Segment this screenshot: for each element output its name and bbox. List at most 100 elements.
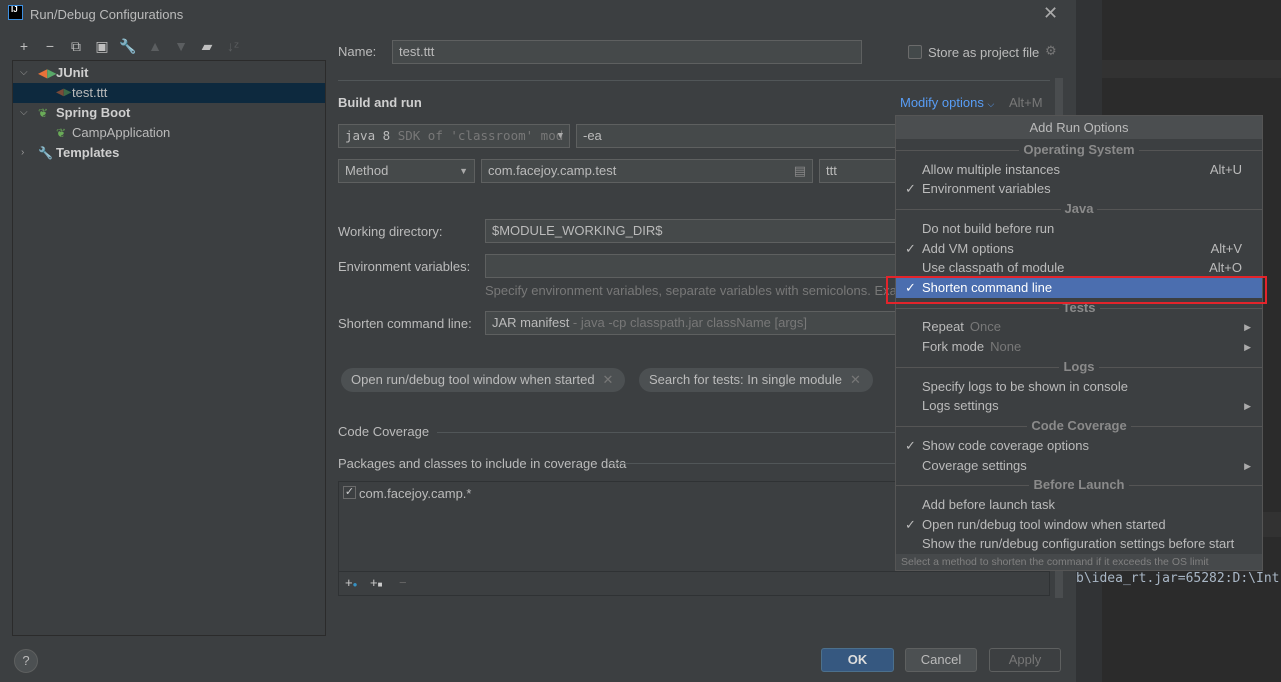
build-run-heading: Build and run xyxy=(338,95,422,110)
divider xyxy=(437,432,897,433)
option-chip[interactable]: Search for tests: In single module ✕ xyxy=(639,368,873,392)
menu-section-header: Operating System xyxy=(896,140,1262,160)
remove-icon[interactable]: − xyxy=(40,38,60,54)
app-logo: IJ xyxy=(8,5,23,20)
coverage-item-checkbox[interactable]: ✓ xyxy=(343,486,356,499)
tree-node-spring-boot[interactable]: ⌵ ❦ Spring Boot xyxy=(13,103,325,123)
name-input[interactable]: test.ttt xyxy=(392,40,862,64)
tree-node-camp-application[interactable]: ❦ CampApplication xyxy=(13,123,325,143)
menu-section-header: Before Launch xyxy=(896,475,1262,495)
menu-item[interactable]: ✓ Environment variables xyxy=(896,179,1262,199)
browse-icon[interactable]: ▤ xyxy=(794,160,806,182)
menu-item[interactable]: ✓ Add VM options Alt+V xyxy=(896,239,1262,259)
menu-item[interactable]: Allow multiple instances Alt+U xyxy=(896,160,1262,180)
section-label: Operating System xyxy=(1019,142,1139,157)
chevron-down-icon[interactable]: ⌵ xyxy=(20,63,28,83)
ok-button[interactable]: OK xyxy=(821,648,894,672)
add-run-options-menu: Add Run Options Operating System Allow mu… xyxy=(895,115,1263,571)
tree-label: Spring Boot xyxy=(56,105,131,120)
close-icon[interactable]: ✕ xyxy=(603,372,614,387)
section-label: Logs xyxy=(1059,358,1099,374)
check-icon: ✓ xyxy=(905,181,916,197)
junit-icon: ◀▶ xyxy=(38,66,57,80)
menu-item[interactable]: Fork mode None ▶ xyxy=(896,337,1262,357)
move-down-icon[interactable]: ▼ xyxy=(171,38,191,54)
gear-icon[interactable]: ⚙ xyxy=(1045,43,1057,59)
chevron-right-icon[interactable]: › xyxy=(21,143,24,163)
divider xyxy=(608,463,898,464)
check-icon: ✓ xyxy=(905,437,916,453)
remove-icon[interactable]: − xyxy=(399,575,407,590)
jre-value: java 8 xyxy=(345,128,391,143)
config-tree: ⌵ ◀▶ JUnit ◀▶ test.ttt ⌵ ❦ Spring Boot ❦… xyxy=(12,60,326,636)
close-icon[interactable]: ✕ xyxy=(850,372,861,387)
menu-item-label: Fork mode xyxy=(922,339,985,355)
menu-section-header: Code Coverage xyxy=(896,416,1262,436)
section-label: Code Coverage xyxy=(1027,418,1131,434)
add-class-icon[interactable]: +● xyxy=(345,575,357,590)
tree-node-templates[interactable]: › 🔧 Templates xyxy=(13,143,325,163)
modify-options-link[interactable]: Modify options ⌵ xyxy=(900,95,994,110)
jre-select[interactable]: java 8 SDK of 'classroom' mod xyxy=(338,124,570,148)
env-variables-hint: Specify environment variables, separate … xyxy=(485,283,897,298)
menu-item-label: Use classpath of module xyxy=(922,260,1065,276)
option-chip[interactable]: Open run/debug tool window when started ✕ xyxy=(341,368,626,392)
help-button[interactable]: ? xyxy=(14,649,38,673)
working-directory-input[interactable]: $MODULE_WORKING_DIR$ xyxy=(485,219,905,243)
menu-item[interactable]: Add before launch task xyxy=(896,495,1262,515)
menu-item[interactable]: ✓ Show code coverage options xyxy=(896,436,1262,456)
shorten-value: JAR manifest xyxy=(492,315,570,330)
cancel-button[interactable]: Cancel xyxy=(905,648,977,672)
submenu-arrow-icon: ▶ xyxy=(1244,342,1251,353)
working-directory-label: Working directory: xyxy=(338,224,443,239)
wrench-icon[interactable]: 🔧 xyxy=(118,38,138,55)
junit-test-icon: ◀▶ xyxy=(56,87,72,98)
submenu-arrow-icon: ▶ xyxy=(1244,401,1251,412)
save-icon[interactable]: ▣ xyxy=(92,38,112,55)
menu-item-hint: Once xyxy=(969,319,1001,335)
menu-item[interactable]: Do not build before run xyxy=(896,219,1262,239)
apply-button[interactable]: Apply xyxy=(989,648,1061,672)
move-up-icon[interactable]: ▲ xyxy=(145,38,165,54)
close-icon[interactable]: ✕ xyxy=(1043,3,1058,24)
shorten-command-select[interactable]: JAR manifest - java -cp classpath.jar cl… xyxy=(485,311,905,335)
check-icon: ✓ xyxy=(905,516,916,532)
add-icon[interactable]: + xyxy=(14,38,34,54)
menu-item-label: Environment variables xyxy=(922,181,1051,197)
menu-item[interactable]: Logs settings ▶ xyxy=(896,396,1262,416)
menu-item[interactable]: Specify logs to be shown in console xyxy=(896,377,1262,397)
shorten-command-label: Shorten command line: xyxy=(338,316,472,331)
submenu-arrow-icon: ▶ xyxy=(1244,460,1251,471)
tree-label: Templates xyxy=(56,145,120,160)
store-project-checkbox[interactable] xyxy=(908,45,922,59)
menu-item[interactable]: Coverage settings ▶ xyxy=(896,456,1262,476)
menu-item[interactable]: Repeat Once ▶ xyxy=(896,317,1262,337)
wrench-icon: 🔧 xyxy=(38,146,53,160)
menu-item-hint: None xyxy=(990,339,1022,355)
copy-icon[interactable]: ⧉ xyxy=(66,38,86,55)
tree-label: test.ttt xyxy=(72,85,108,100)
sort-icon[interactable]: ↓ᶻ xyxy=(223,38,243,54)
menu-item-shortcut: Alt+U xyxy=(1209,161,1242,177)
vm-options-input[interactable]: -ea xyxy=(576,124,906,148)
menu-item-label: Add VM options xyxy=(922,240,1014,256)
submenu-arrow-icon: ▶ xyxy=(1244,322,1251,333)
tree-label: CampApplication xyxy=(72,125,171,140)
menu-item-label: Logs settings xyxy=(922,398,999,414)
chevron-down-icon[interactable]: ⌵ xyxy=(20,103,28,123)
dialog-title: Run/Debug Configurations xyxy=(30,7,184,22)
class-value: com.facejoy.camp.test xyxy=(488,163,617,178)
tree-node-junit[interactable]: ⌵ ◀▶ JUnit xyxy=(13,63,325,83)
menu-title: Add Run Options xyxy=(896,116,1262,139)
menu-item[interactable]: Show the run/debug configuration setting… xyxy=(896,534,1262,554)
tree-node-test-ttt[interactable]: ◀▶ test.ttt xyxy=(13,83,325,103)
add-package-icon[interactable]: +■ xyxy=(370,575,382,590)
env-variables-label: Environment variables: xyxy=(338,259,471,274)
code-coverage-heading: Code Coverage xyxy=(338,424,430,439)
test-kind-select[interactable]: Method xyxy=(338,159,475,183)
menu-item[interactable]: ✓ Open run/debug tool window when started xyxy=(896,515,1262,535)
menu-item-label: Specify logs to be shown in console xyxy=(922,378,1128,394)
new-folder-icon[interactable]: ▰ xyxy=(197,38,217,55)
class-input[interactable]: com.facejoy.camp.test ▤ xyxy=(481,159,813,183)
env-variables-input[interactable] xyxy=(485,254,905,278)
